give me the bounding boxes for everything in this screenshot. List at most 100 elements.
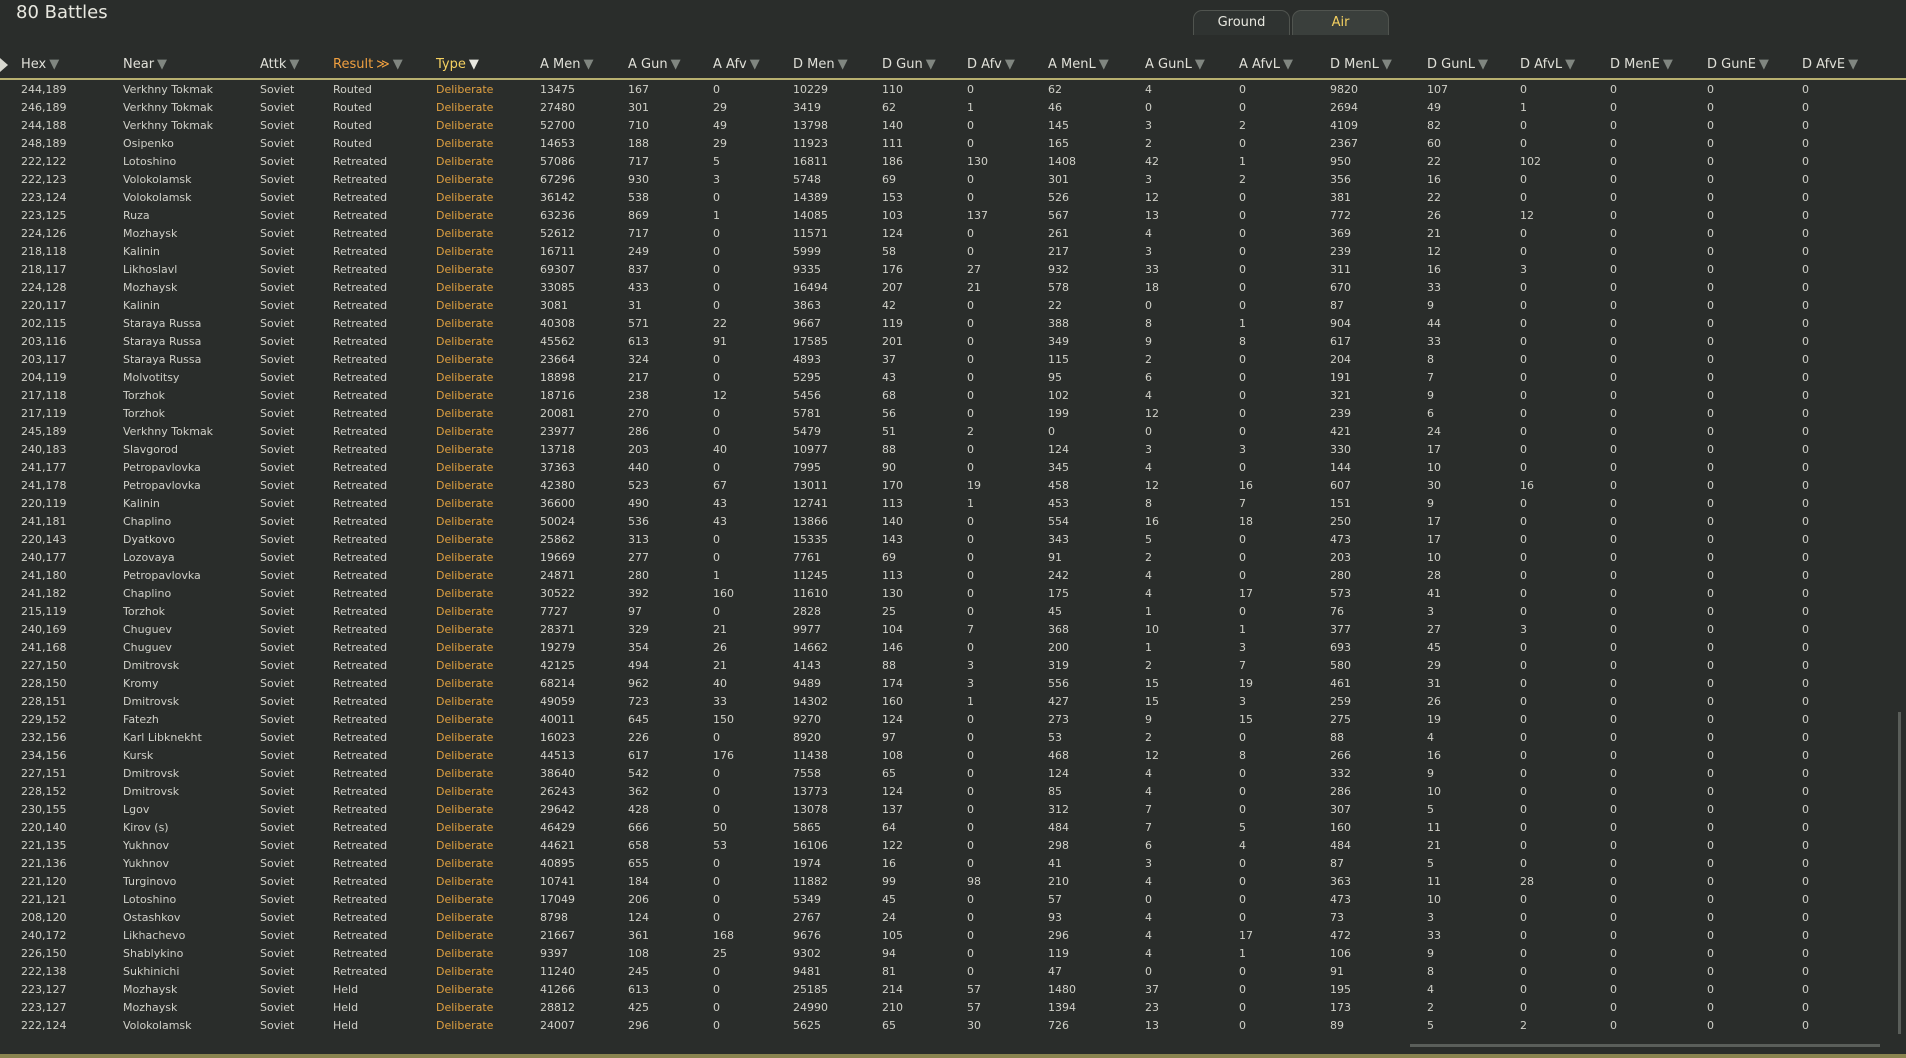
table-row[interactable]: 223,124 Volokolamsk Soviet Retreated Deliber…: [0, 189, 1906, 207]
table-row[interactable]: 220,140 Kirov (s) Soviet Retreated Deliberat…: [0, 819, 1906, 837]
table-row[interactable]: 222,123 Volokolamsk Soviet Retreated Deliber…: [0, 171, 1906, 189]
table-row[interactable]: 240,177 Lozovaya Soviet Retreated Deliberate…: [0, 549, 1906, 567]
table-row[interactable]: 232,156 Karl Libknekht Soviet Retreated Deli…: [0, 729, 1906, 747]
filter-icon[interactable]: ▼: [157, 57, 167, 72]
table-row[interactable]: 240,172 Likhachevo Soviet Retreated Delibera…: [0, 927, 1906, 945]
table-row[interactable]: 218,118 Kalinin Soviet Retreated Deliberate 1…: [0, 243, 1906, 261]
filter-icon[interactable]: ▼: [1759, 57, 1769, 72]
table-row[interactable]: 244,189 Verkhny Tokmak Soviet Routed Deliber…: [0, 81, 1906, 99]
table-row[interactable]: 241,180 Petropavlovka Soviet Retreated Delib…: [0, 567, 1906, 585]
table-row[interactable]: 220,117 Kalinin Soviet Retreated Deliberate 3…: [0, 297, 1906, 315]
table-row[interactable]: 220,119 Kalinin Soviet Retreated Deliberate 3…: [0, 495, 1906, 513]
table-row[interactable]: 228,151 Dmitrovsk Soviet Retreated Deliberat…: [0, 693, 1906, 711]
filter-icon[interactable]: ▼: [1848, 57, 1858, 72]
table-row[interactable]: 248,189 Osipenko Soviet Routed Deliberate 146…: [0, 135, 1906, 153]
filter-icon[interactable]: ▼: [393, 57, 403, 72]
vertical-scrollbar[interactable]: [1898, 712, 1901, 1034]
table-row[interactable]: 241,168 Chuguev Soviet Retreated Deliberate 1…: [0, 639, 1906, 657]
column-header-a-afvl[interactable]: A AfvL ▼: [1239, 57, 1293, 72]
table-row[interactable]: 222,124 Volokolamsk Soviet Held Deliberate 24…: [0, 1017, 1906, 1035]
column-header-d-men[interactable]: D Men ▼: [793, 57, 848, 72]
table-row[interactable]: 223,127 Mozhaysk Soviet Held Deliberate 41266…: [0, 981, 1906, 999]
horizontal-scrollbar[interactable]: [1410, 1044, 1880, 1047]
table-row[interactable]: 227,151 Dmitrovsk Soviet Retreated Deliberat…: [0, 765, 1906, 783]
table-row[interactable]: 244,188 Verkhny Tokmak Soviet Routed Deliber…: [0, 117, 1906, 135]
table-row[interactable]: 202,115 Staraya Russa Soviet Retreated Delib…: [0, 315, 1906, 333]
filter-icon[interactable]: ▼: [49, 57, 59, 72]
filter-icon[interactable]: ▼: [1195, 57, 1205, 72]
column-header-d-menl[interactable]: D MenL ▼: [1330, 57, 1392, 72]
tab-ground[interactable]: Ground: [1193, 10, 1290, 35]
table-row[interactable]: 240,183 Slavgorod Soviet Retreated Deliberat…: [0, 441, 1906, 459]
column-header-d-gune[interactable]: D GunE ▼: [1707, 57, 1769, 72]
column-header-hex[interactable]: Hex ▼: [21, 57, 59, 72]
filter-icon[interactable]: ▼: [1283, 57, 1293, 72]
filter-icon[interactable]: ▼: [926, 57, 936, 72]
column-header-a-men[interactable]: A Men ▼: [540, 57, 593, 72]
table-row[interactable]: 246,189 Verkhny Tokmak Soviet Routed Deliber…: [0, 99, 1906, 117]
column-header-near[interactable]: Near ▼: [123, 57, 167, 72]
table-row[interactable]: 221,121 Lotoshino Soviet Retreated Deliberat…: [0, 891, 1906, 909]
filter-icon[interactable]: ▼: [1382, 57, 1392, 72]
table-row[interactable]: 217,118 Torzhok Soviet Retreated Deliberate 1…: [0, 387, 1906, 405]
filter-icon[interactable]: ▼: [1565, 57, 1575, 72]
column-header-a-afv[interactable]: A Afv ▼: [713, 57, 760, 72]
filter-icon[interactable]: ▼: [469, 57, 479, 72]
filter-icon[interactable]: ▼: [838, 57, 848, 72]
table-row[interactable]: 223,127 Mozhaysk Soviet Held Deliberate 28812…: [0, 999, 1906, 1017]
table-row[interactable]: 228,152 Dmitrovsk Soviet Retreated Deliberat…: [0, 783, 1906, 801]
table-row[interactable]: 222,122 Lotoshino Soviet Retreated Deliberat…: [0, 153, 1906, 171]
table-row[interactable]: 217,119 Torzhok Soviet Retreated Deliberate 2…: [0, 405, 1906, 423]
filter-icon[interactable]: ▼: [289, 57, 299, 72]
sort-descending-icon[interactable]: ≫: [376, 57, 390, 72]
table-row[interactable]: 241,181 Chaplino Soviet Retreated Deliberate…: [0, 513, 1906, 531]
tab-air[interactable]: Air: [1292, 10, 1389, 35]
filter-icon[interactable]: ▼: [1005, 57, 1015, 72]
cell-d-mene: 0: [1610, 821, 1617, 834]
filter-icon[interactable]: ▼: [750, 57, 760, 72]
column-header-a-gun[interactable]: A Gun ▼: [628, 57, 681, 72]
table-row[interactable]: 220,143 Dyatkovo Soviet Retreated Deliberate…: [0, 531, 1906, 549]
filter-icon[interactable]: ▼: [583, 57, 593, 72]
table-row[interactable]: 203,116 Staraya Russa Soviet Retreated Delib…: [0, 333, 1906, 351]
table-row[interactable]: 223,125 Ruza Soviet Retreated Deliberate 6323…: [0, 207, 1906, 225]
table-row[interactable]: 208,120 Ostashkov Soviet Retreated Deliberat…: [0, 909, 1906, 927]
filter-icon[interactable]: ▼: [1663, 57, 1673, 72]
column-header-a-gunl[interactable]: A GunL ▼: [1145, 57, 1205, 72]
table-row[interactable]: 226,150 Shablykino Soviet Retreated Delibera…: [0, 945, 1906, 963]
column-header-d-afve[interactable]: D AfvE ▼: [1802, 57, 1858, 72]
column-header-attk[interactable]: Attk ▼: [260, 57, 299, 72]
table-row[interactable]: 230,155 Lgov Soviet Retreated Deliberate 2964…: [0, 801, 1906, 819]
table-row[interactable]: 221,136 Yukhnov Soviet Retreated Deliberate 4…: [0, 855, 1906, 873]
table-row[interactable]: 241,177 Petropavlovka Soviet Retreated Delib…: [0, 459, 1906, 477]
table-row[interactable]: 227,150 Dmitrovsk Soviet Retreated Deliberat…: [0, 657, 1906, 675]
filter-icon[interactable]: ▼: [1099, 57, 1109, 72]
table-row[interactable]: 221,120 Turginovo Soviet Retreated Deliberat…: [0, 873, 1906, 891]
filter-icon[interactable]: ▼: [671, 57, 681, 72]
filter-icon[interactable]: ▼: [1478, 57, 1488, 72]
table-row[interactable]: 245,189 Verkhny Tokmak Soviet Retreated Deli…: [0, 423, 1906, 441]
column-header-a-menl[interactable]: A MenL ▼: [1048, 57, 1109, 72]
table-row[interactable]: 240,169 Chuguev Soviet Retreated Deliberate 2…: [0, 621, 1906, 639]
column-header-d-gun[interactable]: D Gun ▼: [882, 57, 936, 72]
table-row[interactable]: 204,119 Molvotitsy Soviet Retreated Delibera…: [0, 369, 1906, 387]
table-row[interactable]: 229,152 Fatezh Soviet Retreated Deliberate 40…: [0, 711, 1906, 729]
table-row[interactable]: 215,119 Torzhok Soviet Retreated Deliberate 7…: [0, 603, 1906, 621]
table-row[interactable]: 228,150 Kromy Soviet Retreated Deliberate 682…: [0, 675, 1906, 693]
column-header-result[interactable]: Result ≫ ▼: [333, 57, 403, 72]
column-header-d-mene[interactable]: D MenE ▼: [1610, 57, 1673, 72]
table-row[interactable]: 218,117 Likhoslavl Soviet Retreated Delibera…: [0, 261, 1906, 279]
column-header-type[interactable]: Type ▼: [436, 57, 479, 72]
table-row[interactable]: 203,117 Staraya Russa Soviet Retreated Delib…: [0, 351, 1906, 369]
table-row[interactable]: 224,128 Mozhaysk Soviet Retreated Deliberate…: [0, 279, 1906, 297]
column-header-d-afv[interactable]: D Afv ▼: [967, 57, 1015, 72]
column-header-d-gunl[interactable]: D GunL ▼: [1427, 57, 1488, 72]
table-row[interactable]: 234,156 Kursk Soviet Retreated Deliberate 445…: [0, 747, 1906, 765]
cell-d-gun: 146: [882, 641, 903, 654]
table-row[interactable]: 221,135 Yukhnov Soviet Retreated Deliberate 4…: [0, 837, 1906, 855]
table-row[interactable]: 222,138 Sukhinichi Soviet Retreated Delibera…: [0, 963, 1906, 981]
column-header-d-afvl[interactable]: D AfvL ▼: [1520, 57, 1575, 72]
table-row[interactable]: 241,178 Petropavlovka Soviet Retreated Delib…: [0, 477, 1906, 495]
table-row[interactable]: 241,182 Chaplino Soviet Retreated Deliberate…: [0, 585, 1906, 603]
table-row[interactable]: 224,126 Mozhaysk Soviet Retreated Deliberate…: [0, 225, 1906, 243]
